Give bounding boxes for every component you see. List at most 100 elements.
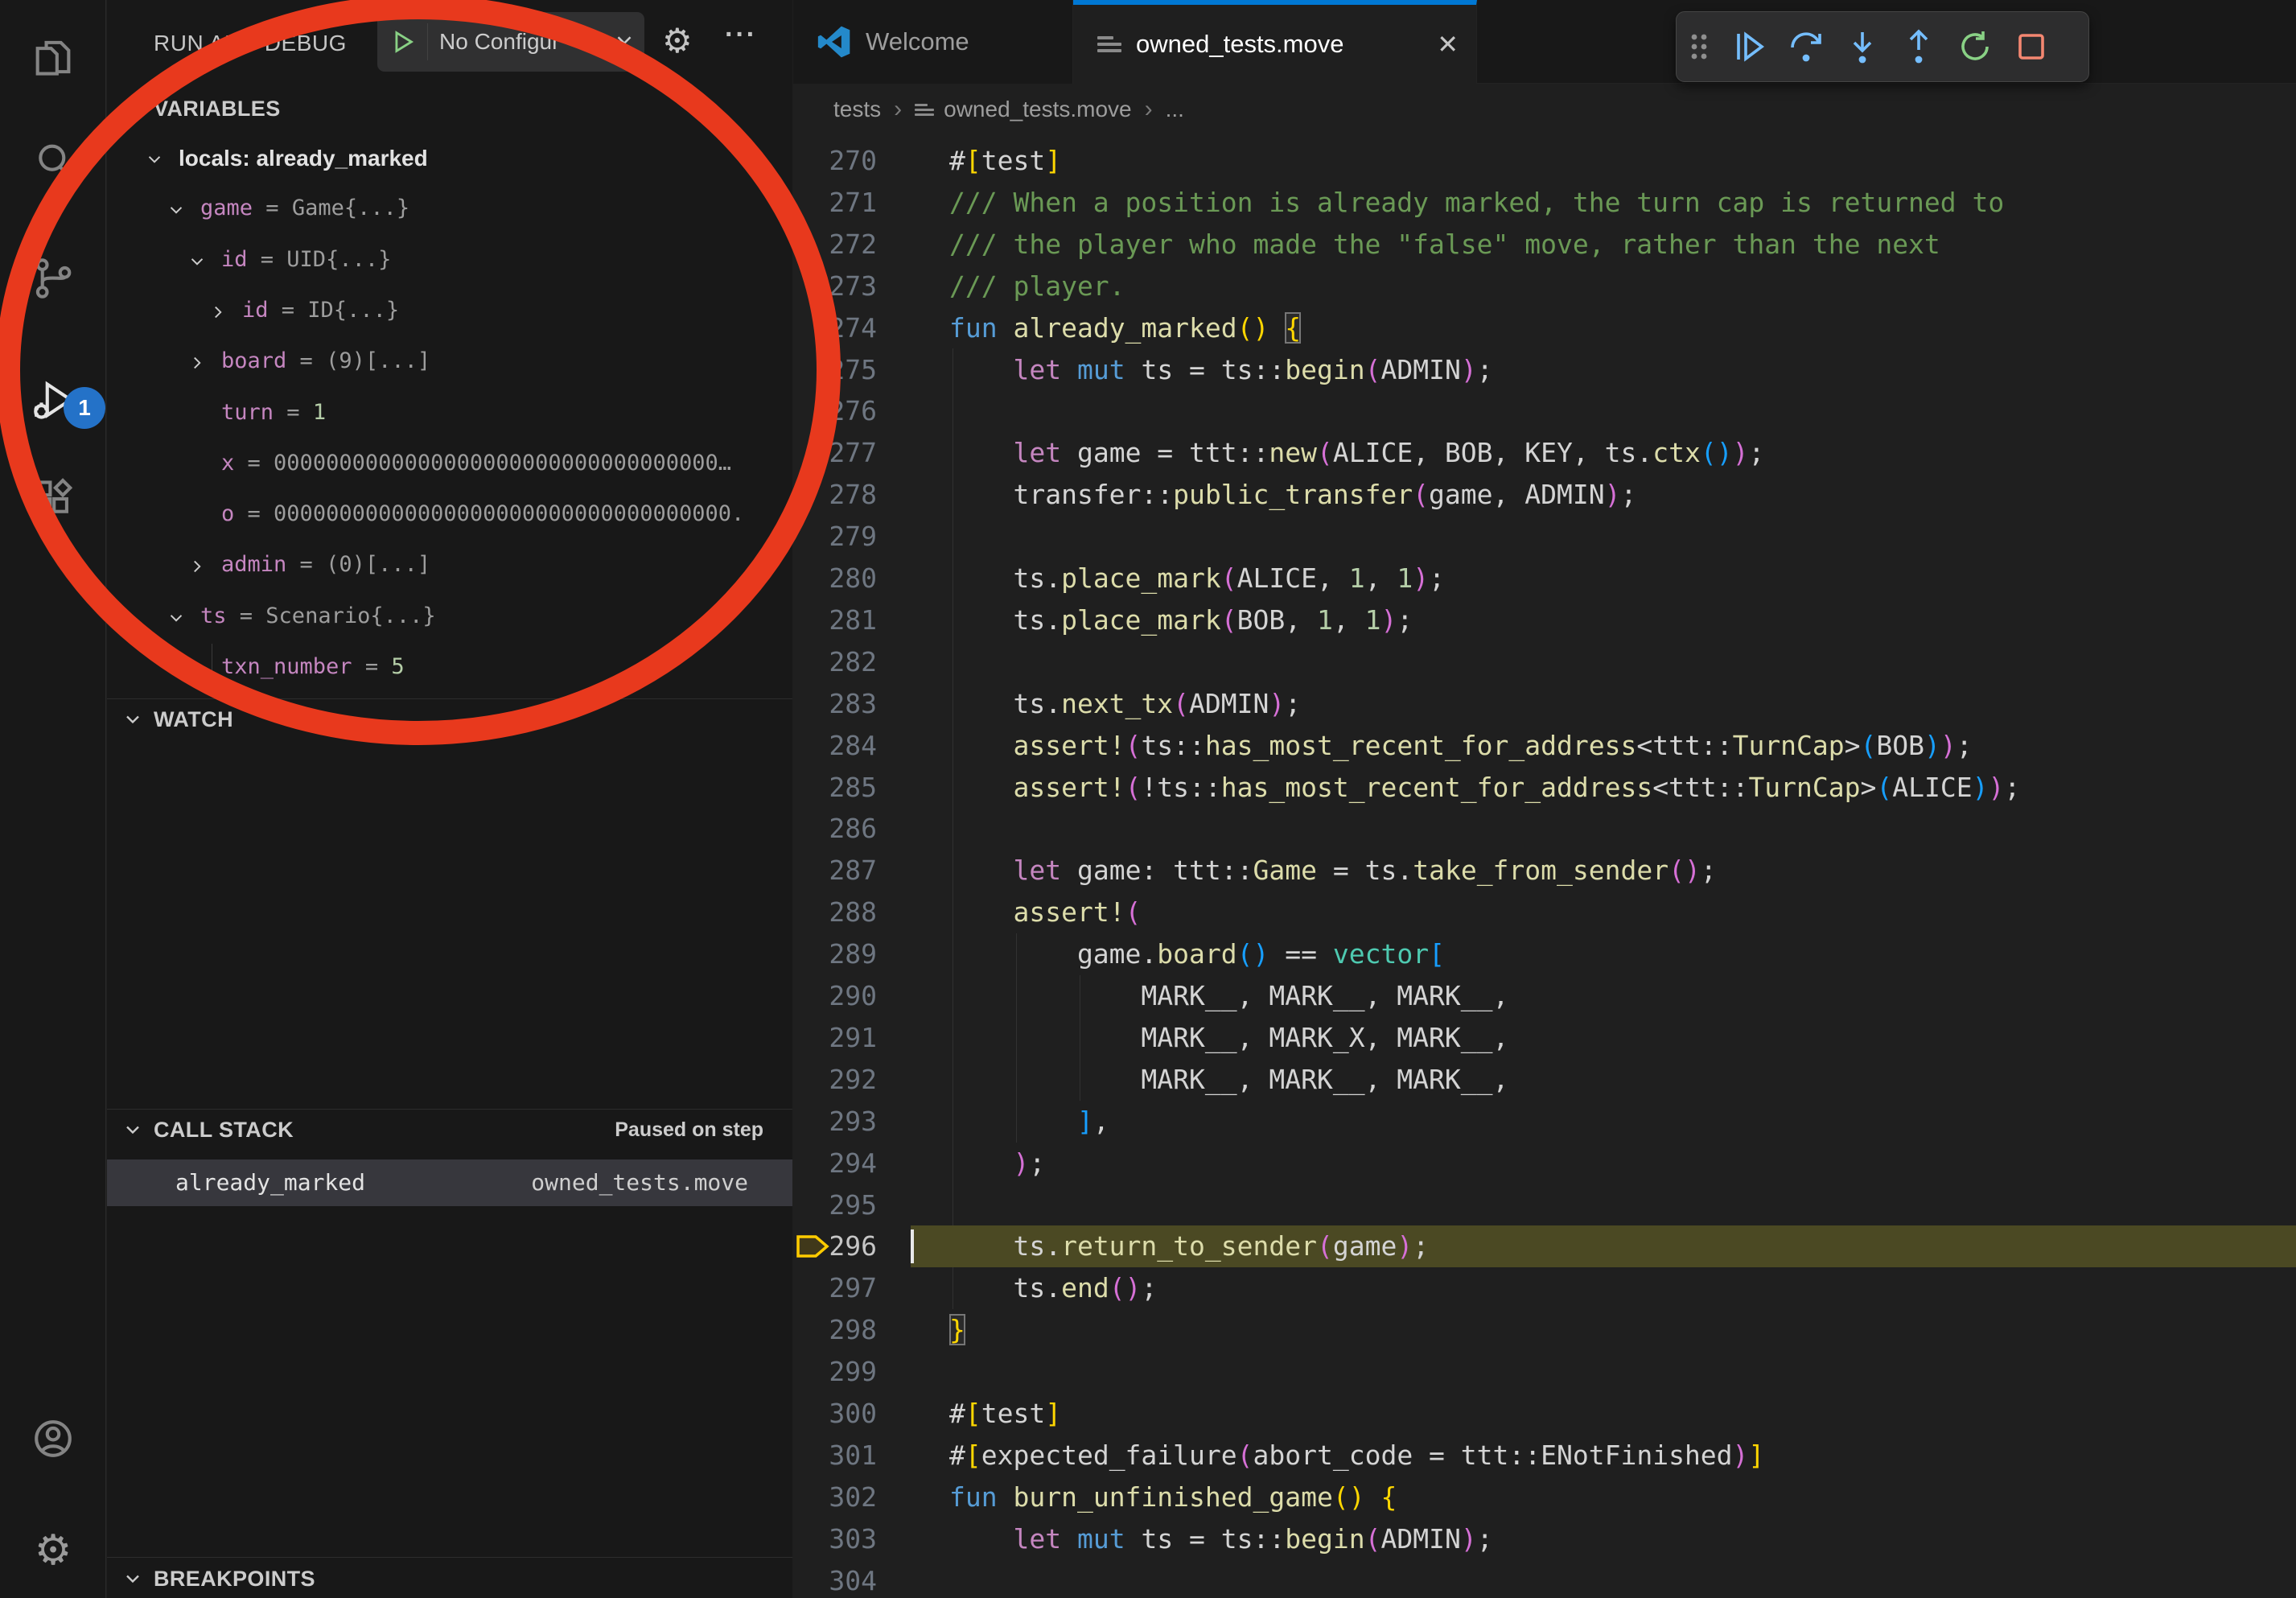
line-number[interactable]: 301 [793,1435,911,1477]
line-content[interactable]: ts.place_mark(BOB, 1, 1); [911,599,2296,641]
code-line-272[interactable]: 272/// the player who made the "false" m… [793,224,2296,266]
line-content[interactable] [911,1560,2296,1598]
variable-row-turn[interactable]: turn = 1 [107,389,792,440]
line-number[interactable]: 286 [793,808,911,850]
step-out-icon[interactable] [1891,21,1947,72]
variable-row-scope[interactable]: locals: already_marked [107,134,792,185]
call-stack-frame-row[interactable]: already_marked owned_tests.move [107,1159,792,1206]
code-line-282[interactable]: 282 [793,641,2296,683]
line-number[interactable]: 277 [793,432,911,474]
line-number[interactable]: 271 [793,182,911,224]
code-line-271[interactable]: 271/// When a position is already marked… [793,182,2296,224]
line-number[interactable]: 279 [793,516,911,558]
variable-row-txn_number[interactable]: txn_number = 5 [107,644,792,694]
variable-row-board[interactable]: board = (9)[...] [107,338,792,389]
line-content[interactable]: #[expected_failure(abort_code = ttt::ENo… [911,1435,2296,1477]
line-content[interactable]: ts.end(); [911,1267,2296,1309]
line-number[interactable]: 297 [793,1267,911,1309]
line-content[interactable]: assert!(!ts::has_most_recent_for_address… [911,767,2296,809]
line-content[interactable]: game.board() == vector[ [911,933,2296,975]
variable-row-id[interactable]: id = ID{...} [107,287,792,338]
line-number[interactable]: 303 [793,1518,911,1560]
breakpoints-section-header[interactable]: BREAKPOINTS [107,1554,315,1598]
line-number[interactable]: 278 [793,474,911,516]
chevron-right-icon[interactable] [207,301,229,323]
line-content[interactable]: /// When a position is already marked, t… [911,182,2296,224]
line-number[interactable]: 302 [793,1477,911,1518]
step-over-icon[interactable] [1778,21,1834,72]
code-line-304[interactable]: 304 [793,1560,2296,1598]
code-line-270[interactable]: 270#[test] [793,140,2296,182]
code-line-296[interactable]: 296 ts.return_to_sender(game); [793,1225,2296,1267]
code-line-292[interactable]: 292 MARK__, MARK__, MARK__, [793,1059,2296,1101]
stop-icon[interactable] [2003,21,2059,72]
code-line-274[interactable]: 274fun already_marked() { [793,307,2296,349]
code-line-294[interactable]: 294 ); [793,1143,2296,1184]
line-content[interactable] [911,1351,2296,1393]
line-number[interactable]: 304 [793,1560,911,1598]
line-content[interactable] [911,1184,2296,1226]
variable-row-id[interactable]: id = UID{...} [107,237,792,287]
line-number[interactable]: 290 [793,975,911,1017]
code-line-275[interactable]: 275 let mut ts = ts::begin(ADMIN); [793,349,2296,391]
line-number[interactable]: 270 [793,140,911,182]
code-line-277[interactable]: 277 let game = ttt::new(ALICE, BOB, KEY,… [793,432,2296,474]
variable-row-o[interactable]: o = 00000000000000000000000000000000000. [107,491,792,542]
code-line-301[interactable]: 301#[expected_failure(abort_code = ttt::… [793,1435,2296,1477]
line-number[interactable]: 280 [793,558,911,599]
line-content[interactable]: let game: ttt::Game = ts.take_from_sende… [911,850,2296,892]
debug-config-select[interactable]: No Configur [428,29,612,55]
line-number[interactable]: 272 [793,224,911,266]
chevron-down-icon[interactable] [186,250,208,273]
debug-config-group[interactable]: No Configur [377,12,644,72]
restart-icon[interactable] [1947,21,2003,72]
line-content[interactable]: /// player. [911,266,2296,307]
account-icon[interactable] [30,1415,76,1462]
source-control-icon[interactable] [30,255,76,302]
code-line-302[interactable]: 302fun burn_unfinished_game() { [793,1477,2296,1518]
code-line-279[interactable]: 279 [793,516,2296,558]
code-line-281[interactable]: 281 ts.place_mark(BOB, 1, 1); [793,599,2296,641]
code-line-283[interactable]: 283 ts.next_tx(ADMIN); [793,683,2296,725]
line-number[interactable]: 293 [793,1101,911,1143]
start-debug-icon[interactable] [377,23,428,60]
code-line-286[interactable]: 286 [793,808,2296,850]
line-content[interactable]: ts.next_tx(ADMIN); [911,683,2296,725]
search-icon[interactable] [30,138,76,185]
line-content[interactable]: MARK__, MARK__, MARK__, [911,1059,2296,1101]
line-number[interactable]: 288 [793,892,911,933]
line-number[interactable]: 274 [793,307,911,349]
line-number[interactable]: 285 [793,767,911,809]
variable-row-x[interactable]: x = 0000000000000000000000000000000000… [107,440,792,491]
chevron-right-icon[interactable] [186,352,208,374]
line-content[interactable]: fun already_marked() { [911,307,2296,349]
line-content[interactable]: let mut ts = ts::begin(ADMIN); [911,349,2296,391]
code-line-297[interactable]: 297 ts.end(); [793,1267,2296,1309]
line-content[interactable]: /// the player who made the "false" move… [911,224,2296,266]
line-content[interactable]: } [911,1309,2296,1351]
line-content[interactable]: ts.return_to_sender(game); [911,1225,2296,1267]
line-number[interactable]: 284 [793,725,911,767]
code-line-273[interactable]: 273/// player. [793,266,2296,307]
variable-row-admin[interactable]: admin = (0)[...] [107,542,792,592]
line-content[interactable] [911,641,2296,683]
variable-row-game[interactable]: game = Game{...} [107,185,792,236]
line-number[interactable]: 282 [793,641,911,683]
line-number[interactable]: 289 [793,933,911,975]
code-line-291[interactable]: 291 MARK__, MARK_X, MARK__, [793,1017,2296,1059]
code-line-303[interactable]: 303 let mut ts = ts::begin(ADMIN); [793,1518,2296,1560]
continue-icon[interactable] [1722,21,1778,72]
code-line-299[interactable]: 299 [793,1351,2296,1393]
chevron-down-icon[interactable] [165,607,187,629]
more-actions-icon[interactable]: ··· [725,19,757,51]
line-content[interactable]: assert!(ts::has_most_recent_for_address<… [911,725,2296,767]
line-number[interactable]: 299 [793,1351,911,1393]
line-number[interactable]: 281 [793,599,911,641]
line-number[interactable]: 292 [793,1059,911,1101]
watch-section-header[interactable]: WATCH [107,694,233,744]
line-content[interactable]: let game = ttt::new(ALICE, BOB, KEY, ts.… [911,432,2296,474]
code-line-278[interactable]: 278 transfer::public_transfer(game, ADMI… [793,474,2296,516]
code-line-298[interactable]: 298} [793,1309,2296,1351]
explorer-icon[interactable] [30,34,76,80]
line-number[interactable]: 273 [793,266,911,307]
